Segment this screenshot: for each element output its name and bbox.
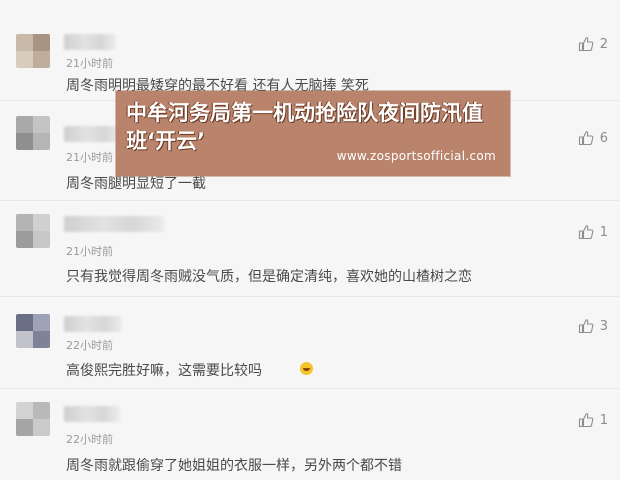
- username-blurred[interactable]: [64, 316, 122, 332]
- thumbs-up-icon: [578, 37, 594, 52]
- avatar[interactable]: [16, 34, 50, 68]
- comment-item: 21小时前 周冬雨明明最矮穿的最不好看 还有人无脑捧 笑死 2: [0, 0, 620, 101]
- avatar[interactable]: [16, 214, 50, 248]
- avatar[interactable]: [16, 402, 50, 436]
- avatar[interactable]: [16, 314, 50, 348]
- thumbs-up-icon: [578, 319, 594, 334]
- comment-text: 高俊熙完胜好嘛，这需要比较吗: [66, 363, 262, 379]
- comment-text: 只有我觉得周冬雨贼没气质，但是确定清纯，喜欢她的山楂树之恋: [66, 269, 472, 285]
- like-button[interactable]: 6: [578, 130, 608, 146]
- like-count: 6: [599, 130, 608, 146]
- comment-time: 21小时前: [66, 245, 113, 258]
- comment-time: 21小时前: [66, 57, 113, 70]
- comment-item: 22小时前 高俊熙完胜好嘛，这需要比较吗 3: [0, 296, 620, 389]
- comment-list: 21小时前 周冬雨明明最矮穿的最不好看 还有人无脑捧 笑死 2 21小时前 周冬…: [0, 0, 620, 480]
- comment-time: 21小时前: [66, 151, 113, 164]
- laughing-emoji-icon: [300, 362, 313, 375]
- username-blurred[interactable]: [64, 126, 122, 142]
- comment-text: 周冬雨就跟偷穿了她姐姐的衣服一样，另外两个都不错: [66, 458, 402, 474]
- like-button[interactable]: 1: [578, 412, 608, 428]
- comment-item: 22小时前 周冬雨就跟偷穿了她姐姐的衣服一样，另外两个都不错 1: [0, 388, 620, 480]
- overlay-banner: 中牟河务局第一机动抢险队夜间防汛值班‘开云’ www.zosportsoffic…: [116, 91, 510, 176]
- username-blurred[interactable]: [64, 216, 164, 232]
- username-blurred[interactable]: [64, 406, 120, 422]
- banner-url[interactable]: www.zosportsofficial.com: [337, 149, 496, 163]
- like-button[interactable]: 1: [578, 224, 608, 240]
- like-count: 2: [599, 36, 608, 52]
- thumbs-up-icon: [578, 413, 594, 428]
- comment-time: 22小时前: [66, 339, 113, 352]
- like-count: 1: [599, 412, 608, 428]
- comment-text: 周冬雨腿明显短了一截: [66, 176, 206, 192]
- thumbs-up-icon: [578, 225, 594, 240]
- avatar[interactable]: [16, 116, 50, 150]
- like-button[interactable]: 3: [578, 318, 608, 334]
- like-count: 3: [599, 318, 608, 334]
- comment-time: 22小时前: [66, 433, 113, 446]
- banner-title: 中牟河务局第一机动抢险队夜间防汛值班‘开云’: [126, 101, 483, 153]
- username-blurred[interactable]: [64, 34, 116, 50]
- like-count: 1: [599, 224, 608, 240]
- like-button[interactable]: 2: [578, 36, 608, 52]
- comment-item: 21小时前 只有我觉得周冬雨贼没气质，但是确定清纯，喜欢她的山楂树之恋 1: [0, 200, 620, 297]
- thumbs-up-icon: [578, 131, 594, 146]
